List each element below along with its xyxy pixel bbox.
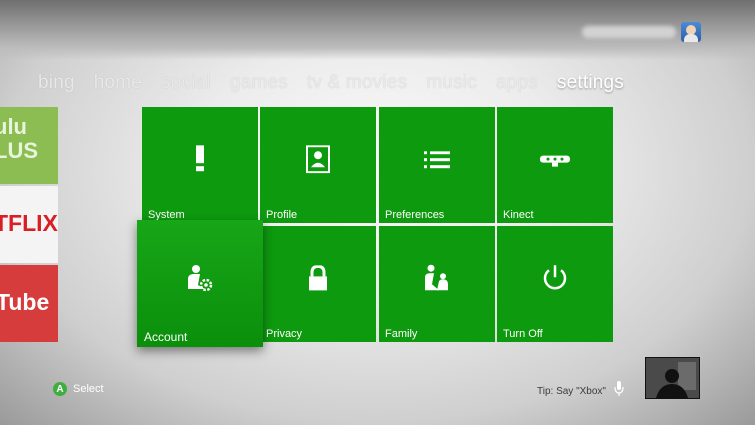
microphone-icon (614, 381, 624, 402)
kinect-tile[interactable]: Kinect (497, 107, 613, 223)
select-hint: A Select (53, 382, 104, 396)
netflix-tile[interactable]: TFLIX (0, 186, 58, 263)
profile-tile[interactable]: Profile (260, 107, 376, 223)
profile-icon (306, 145, 330, 178)
dashboard-nav: bing home social games tv & movies music… (38, 72, 643, 94)
hulu-plus-logo: ulu LUS (0, 114, 38, 163)
youtube-logo: Tube (0, 289, 50, 315)
nav-games[interactable]: games (230, 72, 288, 94)
nav-apps[interactable]: apps (496, 72, 538, 94)
family-tile[interactable]: Family (379, 226, 495, 342)
nav-bing[interactable]: bing (38, 72, 75, 94)
youtube-tile[interactable]: Tube (0, 265, 58, 342)
nav-social[interactable]: social (161, 72, 211, 94)
nav-tv-movies[interactable]: tv & movies (307, 72, 407, 94)
power-icon (541, 264, 569, 297)
voice-tip: Tip: Say "Xbox" (537, 386, 606, 397)
nav-music[interactable]: music (426, 72, 477, 94)
nav-home[interactable]: home (94, 72, 142, 94)
privacy-tile[interactable]: Privacy (260, 226, 376, 342)
profile-label: Profile (266, 209, 298, 221)
kinect-icon (540, 154, 570, 173)
select-label: Select (73, 383, 104, 395)
preferences-icon (424, 151, 450, 174)
account-icon (185, 263, 215, 298)
account-label: Account (144, 330, 188, 344)
family-icon (423, 264, 451, 297)
system-tile[interactable]: System (142, 107, 258, 223)
preferences-tile[interactable]: Preferences (379, 107, 495, 223)
turn-off-label: Turn Off (503, 328, 543, 340)
family-label: Family (385, 328, 418, 340)
nav-settings[interactable]: settings (557, 72, 624, 94)
kinect-label: Kinect (503, 209, 534, 221)
netflix-logo: TFLIX (0, 210, 58, 236)
hulu-plus-tile[interactable]: ulu LUS (0, 107, 58, 184)
kinect-camera-preview (645, 357, 700, 399)
lock-icon (308, 264, 328, 296)
gamertag-blurred (582, 26, 676, 38)
avatar-body (684, 34, 698, 42)
system-icon (191, 145, 209, 178)
account-tile[interactable]: Account (137, 220, 263, 347)
preferences-label: Preferences (385, 209, 445, 221)
a-button-icon: A (53, 382, 67, 396)
privacy-label: Privacy (266, 328, 303, 340)
avatar[interactable] (681, 22, 701, 42)
turn-off-tile[interactable]: Turn Off (497, 226, 613, 342)
